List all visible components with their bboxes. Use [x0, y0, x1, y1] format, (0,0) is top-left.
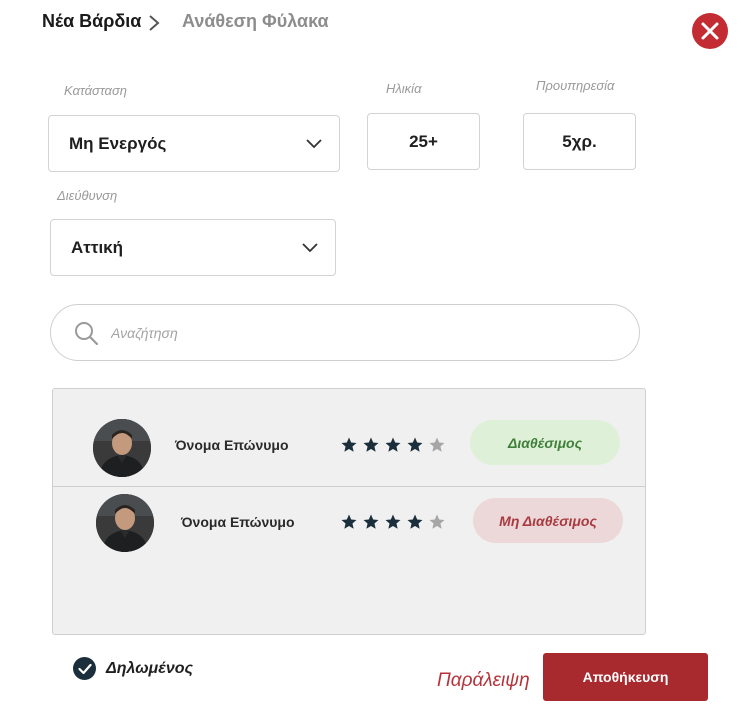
- star-filled-icon: [363, 437, 379, 452]
- star-filled-icon: [341, 437, 357, 452]
- star-empty-icon: [429, 437, 445, 452]
- guard-name: Όνομα Επώνυμο: [181, 514, 295, 530]
- chevron-down-icon: [302, 242, 318, 252]
- rating-stars: [340, 436, 446, 454]
- star-filled-icon: [341, 514, 357, 529]
- star-filled-icon: [385, 437, 401, 452]
- star-filled-icon: [385, 514, 401, 529]
- close-icon: [701, 22, 719, 40]
- direction-value: Αττική: [71, 237, 124, 257]
- breadcrumb-next[interactable]: Ανάθεση Φύλακα: [182, 11, 329, 32]
- status-label: Κατάσταση: [64, 83, 128, 98]
- search-icon: [75, 321, 99, 345]
- direction-label: Διεύθυνση: [57, 188, 118, 203]
- checkmark-icon: [77, 663, 92, 674]
- age-label: Ηλικία: [386, 81, 422, 96]
- chevron-right-icon: [149, 15, 160, 31]
- star-filled-icon: [363, 514, 379, 529]
- chevron-down-icon: [306, 138, 322, 148]
- search-bar[interactable]: [50, 304, 640, 361]
- avatar: [96, 494, 154, 552]
- declared-label[interactable]: Δηλωμένος: [106, 660, 193, 678]
- age-field[interactable]: 25+: [367, 113, 480, 170]
- star-filled-icon: [407, 514, 423, 529]
- breadcrumb-current[interactable]: Νέα Βάρδια: [42, 11, 141, 32]
- star-filled-icon: [407, 437, 423, 452]
- status-badge-available: Διαθέσιμος: [470, 420, 620, 465]
- status-badge-unavailable: Μη Διαθέσιμος: [473, 498, 623, 543]
- status-select[interactable]: Μη Ενεργός: [48, 115, 340, 172]
- guard-list[interactable]: Όνομα Επώνυμο Διαθέσιμος Όνομα Επώνυμο Μ…: [52, 388, 646, 635]
- direction-select[interactable]: Αττική: [50, 219, 336, 276]
- list-item[interactable]: Όνομα Επώνυμο Μη Διαθέσιμος: [53, 488, 645, 558]
- rating-stars: [340, 513, 446, 531]
- service-label: Προυπηρεσία: [536, 78, 615, 93]
- status-value: Μη Ενεργός: [69, 133, 167, 153]
- search-input[interactable]: [111, 324, 591, 341]
- declared-checkbox[interactable]: [73, 657, 96, 680]
- save-button[interactable]: Αποθήκευση: [543, 653, 708, 701]
- close-button[interactable]: [692, 13, 728, 49]
- service-field[interactable]: 5χρ.: [523, 113, 636, 170]
- star-empty-icon: [429, 514, 445, 529]
- list-item[interactable]: Όνομα Επώνυμο Διαθέσιμος: [53, 389, 645, 487]
- guard-name: Όνομα Επώνυμο: [175, 437, 289, 453]
- skip-button[interactable]: Παράλειψη: [437, 670, 530, 692]
- avatar: [93, 419, 151, 477]
